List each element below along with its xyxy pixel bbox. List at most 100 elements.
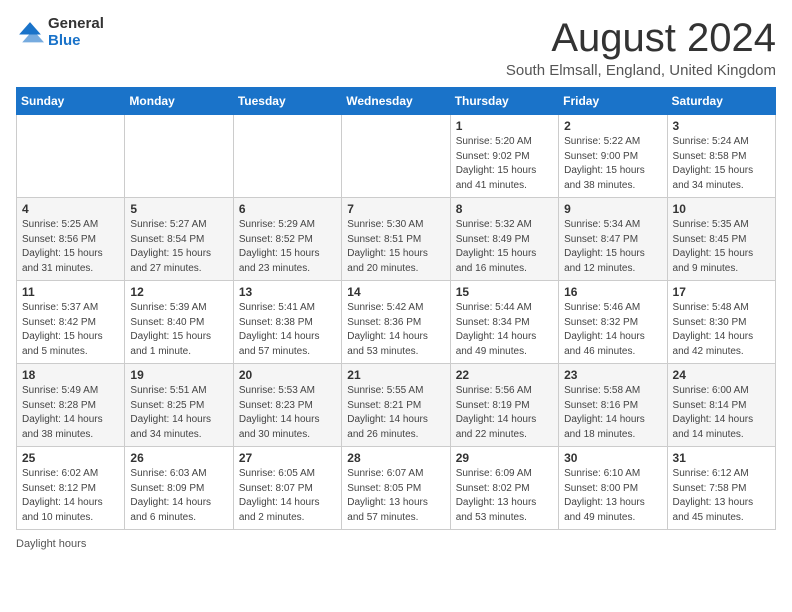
day-info: Sunrise: 5:44 AM Sunset: 8:34 PM Dayligh… xyxy=(456,301,553,359)
day-number: 20 xyxy=(239,368,336,382)
calendar-cell: 6 Sunrise: 5:29 AM Sunset: 8:52 PM Daylig… xyxy=(233,198,341,281)
day-info: Sunrise: 5:35 AM Sunset: 8:45 PM Dayligh… xyxy=(673,218,770,276)
day-number: 19 xyxy=(130,368,227,382)
day-number: 9 xyxy=(564,202,661,216)
calendar-cell: 27 Sunrise: 6:05 AM Sunset: 8:07 PM Dayli… xyxy=(233,447,341,530)
day-info: Sunrise: 5:32 AM Sunset: 8:49 PM Dayligh… xyxy=(456,218,553,276)
calendar-cell xyxy=(233,115,341,198)
day-info: Sunrise: 5:20 AM Sunset: 9:02 PM Dayligh… xyxy=(456,135,553,193)
logo-text: General Blue xyxy=(48,16,104,49)
day-number: 5 xyxy=(130,202,227,216)
calendar-cell xyxy=(17,115,125,198)
logo-icon xyxy=(16,19,44,47)
day-number: 12 xyxy=(130,285,227,299)
day-number: 27 xyxy=(239,451,336,465)
day-info: Sunrise: 5:25 AM Sunset: 8:56 PM Dayligh… xyxy=(22,218,119,276)
calendar-cell: 5 Sunrise: 5:27 AM Sunset: 8:54 PM Daylig… xyxy=(125,198,233,281)
logo-blue: Blue xyxy=(48,33,104,50)
logo-general: General xyxy=(48,16,104,33)
calendar-cell: 21 Sunrise: 5:55 AM Sunset: 8:21 PM Dayli… xyxy=(342,364,450,447)
day-info: Sunrise: 5:53 AM Sunset: 8:23 PM Dayligh… xyxy=(239,384,336,442)
calendar-week-0: 1 Sunrise: 5:20 AM Sunset: 9:02 PM Daylig… xyxy=(17,115,776,198)
day-info: Sunrise: 5:46 AM Sunset: 8:32 PM Dayligh… xyxy=(564,301,661,359)
day-number: 13 xyxy=(239,285,336,299)
day-info: Sunrise: 5:22 AM Sunset: 9:00 PM Dayligh… xyxy=(564,135,661,193)
day-number: 23 xyxy=(564,368,661,382)
calendar-cell: 28 Sunrise: 6:07 AM Sunset: 8:05 PM Dayli… xyxy=(342,447,450,530)
day-number: 7 xyxy=(347,202,444,216)
calendar-week-3: 18Sunrise: 5:49 AM Sunset: 8:28 PM Dayli… xyxy=(17,364,776,447)
calendar-cell: 18Sunrise: 5:49 AM Sunset: 8:28 PM Dayli… xyxy=(17,364,125,447)
calendar-cell: 3Sunrise: 5:24 AM Sunset: 8:58 PM Daylig… xyxy=(667,115,775,198)
day-info: Sunrise: 5:58 AM Sunset: 8:16 PM Dayligh… xyxy=(564,384,661,442)
header-tuesday: Tuesday xyxy=(233,88,341,115)
day-info: Sunrise: 5:55 AM Sunset: 8:21 PM Dayligh… xyxy=(347,384,444,442)
day-info: Sunrise: 6:03 AM Sunset: 8:09 PM Dayligh… xyxy=(130,467,227,525)
header-saturday: Saturday xyxy=(667,88,775,115)
calendar-cell xyxy=(342,115,450,198)
calendar-cell: 14Sunrise: 5:42 AM Sunset: 8:36 PM Dayli… xyxy=(342,281,450,364)
page-header: General Blue August 2024 South Elmsall, … xyxy=(16,16,776,79)
calendar-week-2: 11 Sunrise: 5:37 AM Sunset: 8:42 PM Dayli… xyxy=(17,281,776,364)
day-number: 21 xyxy=(347,368,444,382)
location: South Elmsall, England, United Kingdom xyxy=(506,62,776,79)
header-thursday: Thursday xyxy=(450,88,558,115)
day-number: 22 xyxy=(456,368,553,382)
calendar-footer: Daylight hours xyxy=(16,538,776,550)
day-number: 11 xyxy=(22,285,119,299)
day-info: Sunrise: 5:37 AM Sunset: 8:42 PM Dayligh… xyxy=(22,301,119,359)
day-number: 28 xyxy=(347,451,444,465)
calendar-cell: 15 Sunrise: 5:44 AM Sunset: 8:34 PM Dayli… xyxy=(450,281,558,364)
calendar-cell: 29Sunrise: 6:09 AM Sunset: 8:02 PM Dayli… xyxy=(450,447,558,530)
calendar-cell: 1 Sunrise: 5:20 AM Sunset: 9:02 PM Daylig… xyxy=(450,115,558,198)
day-number: 15 xyxy=(456,285,553,299)
calendar-cell: 12Sunrise: 5:39 AM Sunset: 8:40 PM Dayli… xyxy=(125,281,233,364)
calendar-cell: 22 Sunrise: 5:56 AM Sunset: 8:19 PM Dayli… xyxy=(450,364,558,447)
day-number: 1 xyxy=(456,119,553,133)
day-info: Sunrise: 5:29 AM Sunset: 8:52 PM Dayligh… xyxy=(239,218,336,276)
calendar-header-row: SundayMondayTuesdayWednesdayThursdayFrid… xyxy=(17,88,776,115)
header-monday: Monday xyxy=(125,88,233,115)
header-sunday: Sunday xyxy=(17,88,125,115)
day-number: 31 xyxy=(673,451,770,465)
day-info: Sunrise: 6:00 AM Sunset: 8:14 PM Dayligh… xyxy=(673,384,770,442)
day-info: Sunrise: 6:10 AM Sunset: 8:00 PM Dayligh… xyxy=(564,467,661,525)
day-number: 29 xyxy=(456,451,553,465)
day-number: 26 xyxy=(130,451,227,465)
calendar-cell: 19 Sunrise: 5:51 AM Sunset: 8:25 PM Dayli… xyxy=(125,364,233,447)
day-number: 6 xyxy=(239,202,336,216)
day-info: Sunrise: 5:27 AM Sunset: 8:54 PM Dayligh… xyxy=(130,218,227,276)
day-info: Sunrise: 5:34 AM Sunset: 8:47 PM Dayligh… xyxy=(564,218,661,276)
day-number: 30 xyxy=(564,451,661,465)
day-number: 24 xyxy=(673,368,770,382)
calendar-cell: 9 Sunrise: 5:34 AM Sunset: 8:47 PM Daylig… xyxy=(559,198,667,281)
calendar-cell: 16Sunrise: 5:46 AM Sunset: 8:32 PM Dayli… xyxy=(559,281,667,364)
day-info: Sunrise: 5:49 AM Sunset: 8:28 PM Dayligh… xyxy=(22,384,119,442)
calendar-table: SundayMondayTuesdayWednesdayThursdayFrid… xyxy=(16,87,776,530)
day-info: Sunrise: 6:05 AM Sunset: 8:07 PM Dayligh… xyxy=(239,467,336,525)
day-number: 8 xyxy=(456,202,553,216)
day-info: Sunrise: 6:12 AM Sunset: 7:58 PM Dayligh… xyxy=(673,467,770,525)
day-number: 10 xyxy=(673,202,770,216)
day-info: Sunrise: 5:56 AM Sunset: 8:19 PM Dayligh… xyxy=(456,384,553,442)
logo: General Blue xyxy=(16,16,104,49)
day-info: Sunrise: 5:42 AM Sunset: 8:36 PM Dayligh… xyxy=(347,301,444,359)
header-wednesday: Wednesday xyxy=(342,88,450,115)
month-title: August 2024 xyxy=(506,16,776,60)
calendar-cell: 4Sunrise: 5:25 AM Sunset: 8:56 PM Daylig… xyxy=(17,198,125,281)
calendar-week-1: 4Sunrise: 5:25 AM Sunset: 8:56 PM Daylig… xyxy=(17,198,776,281)
title-block: August 2024 South Elmsall, England, Unit… xyxy=(506,16,776,79)
calendar-cell: 2Sunrise: 5:22 AM Sunset: 9:00 PM Daylig… xyxy=(559,115,667,198)
calendar-cell: 17Sunrise: 5:48 AM Sunset: 8:30 PM Dayli… xyxy=(667,281,775,364)
day-info: Sunrise: 6:07 AM Sunset: 8:05 PM Dayligh… xyxy=(347,467,444,525)
calendar-cell xyxy=(125,115,233,198)
day-info: Sunrise: 6:02 AM Sunset: 8:12 PM Dayligh… xyxy=(22,467,119,525)
day-info: Sunrise: 5:30 AM Sunset: 8:51 PM Dayligh… xyxy=(347,218,444,276)
day-info: Sunrise: 5:51 AM Sunset: 8:25 PM Dayligh… xyxy=(130,384,227,442)
day-number: 3 xyxy=(673,119,770,133)
day-info: Sunrise: 5:41 AM Sunset: 8:38 PM Dayligh… xyxy=(239,301,336,359)
calendar-cell: 11 Sunrise: 5:37 AM Sunset: 8:42 PM Dayli… xyxy=(17,281,125,364)
calendar-week-4: 25Sunrise: 6:02 AM Sunset: 8:12 PM Dayli… xyxy=(17,447,776,530)
day-info: Sunrise: 5:48 AM Sunset: 8:30 PM Dayligh… xyxy=(673,301,770,359)
calendar-cell: 13 Sunrise: 5:41 AM Sunset: 8:38 PM Dayli… xyxy=(233,281,341,364)
